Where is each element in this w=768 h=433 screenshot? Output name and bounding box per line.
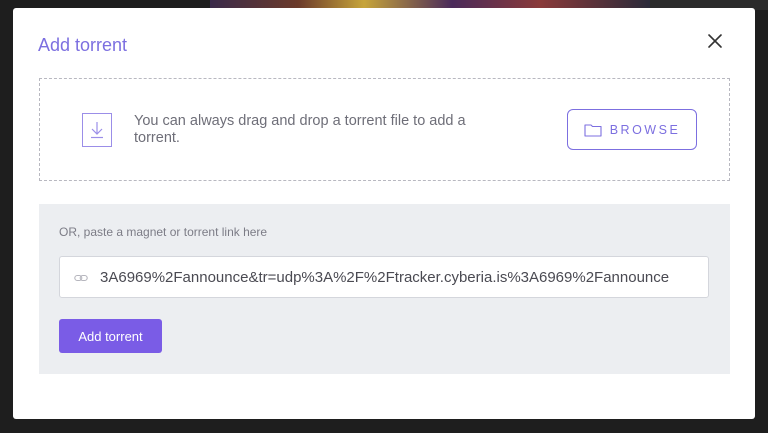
folder-icon: [584, 123, 602, 137]
drop-instructions: You can always drag and drop a torrent f…: [134, 113, 466, 146]
magnet-input[interactable]: [100, 257, 696, 297]
magnet-label: OR, paste a magnet or torrent link here: [59, 225, 268, 239]
dialog-title: Add torrent: [38, 35, 128, 55]
close-icon[interactable]: [703, 29, 727, 53]
magnet-field[interactable]: [59, 256, 709, 298]
browse-label: BROWSE: [609, 122, 681, 137]
download-file-icon: [82, 113, 112, 147]
link-icon: [74, 271, 88, 289]
drop-zone[interactable]: You can always drag and drop a torrent f…: [39, 78, 730, 181]
magnet-panel: OR, paste a magnet or torrent link here …: [39, 204, 730, 374]
add-torrent-dialog: Add torrent You can always drag and drop…: [13, 8, 755, 419]
add-torrent-button[interactable]: Add torrent: [59, 319, 162, 353]
browse-button[interactable]: BROWSE: [567, 109, 697, 150]
